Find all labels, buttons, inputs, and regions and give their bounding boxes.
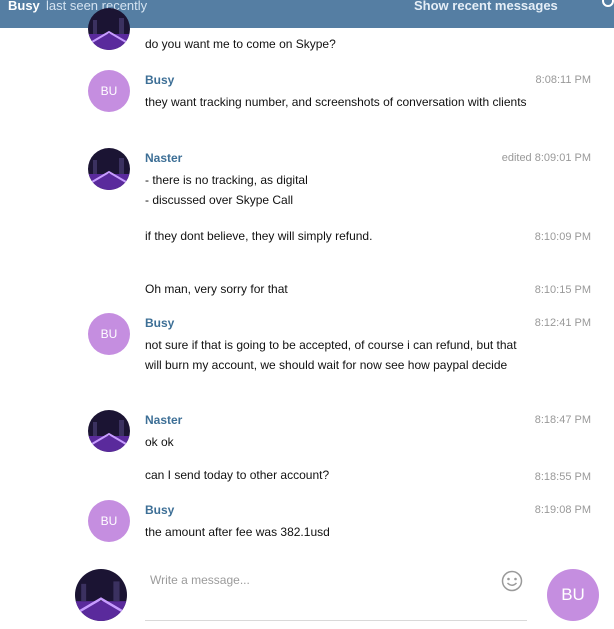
message-text: they want tracking number, and screensho…: [145, 95, 527, 109]
message-time: 8:08:11 PM: [535, 74, 591, 86]
smile-icon[interactable]: [501, 570, 523, 592]
busy-avatar[interactable]: BU: [88, 70, 130, 112]
busy-avatar[interactable]: BU: [88, 313, 130, 355]
message-sender[interactable]: Naster: [145, 151, 182, 165]
message-text: - there is no tracking, as digital - dis…: [145, 173, 308, 207]
message-sender[interactable]: Busy: [145, 73, 174, 87]
message-text: not sure if that is going to be accepted…: [145, 338, 517, 372]
message-time: 8:18:55 PM: [534, 471, 591, 483]
message-text: do you want me to come on Skype?: [145, 37, 336, 51]
message-time: 8:19:08 PM: [534, 504, 591, 516]
message-time: 8:10:15 PM: [534, 284, 591, 296]
message-text: if they dont believe, they will simply r…: [145, 229, 373, 243]
message-time: 8:10:09 PM: [534, 231, 591, 243]
busy-avatar[interactable]: BU: [88, 500, 130, 542]
show-recent-messages-link[interactable]: Show recent messages: [414, 0, 558, 13]
night-city-avatar-icon: [88, 410, 130, 452]
naster-avatar[interactable]: [88, 410, 130, 452]
self-avatar[interactable]: [75, 569, 127, 621]
message-sender[interactable]: Naster: [145, 413, 182, 427]
message-text: ok ok: [145, 435, 174, 449]
message-sender[interactable]: Busy: [145, 503, 174, 517]
contact-name[interactable]: Busy: [8, 0, 40, 13]
message-time: 8:18:47 PM: [534, 414, 591, 426]
naster-avatar[interactable]: [88, 8, 130, 50]
composer-underline: [145, 620, 527, 621]
message-sender[interactable]: Busy: [145, 316, 174, 330]
night-city-avatar-icon: [88, 148, 130, 190]
message-time: edited 8:09:01 PM: [501, 152, 591, 164]
message-text: Oh man, very sorry for that: [145, 282, 288, 296]
night-city-avatar-icon: [88, 8, 130, 50]
night-city-avatar-icon: [75, 569, 127, 621]
naster-avatar[interactable]: [88, 148, 130, 190]
message-text: the amount after fee was 382.1usd: [145, 525, 330, 539]
send-button[interactable]: BU: [547, 569, 599, 621]
message-text: can I send today to other account?: [145, 468, 330, 482]
search-icon[interactable]: [601, 0, 614, 8]
message-time: 8:12:41 PM: [534, 317, 591, 329]
message-input[interactable]: [148, 570, 492, 590]
